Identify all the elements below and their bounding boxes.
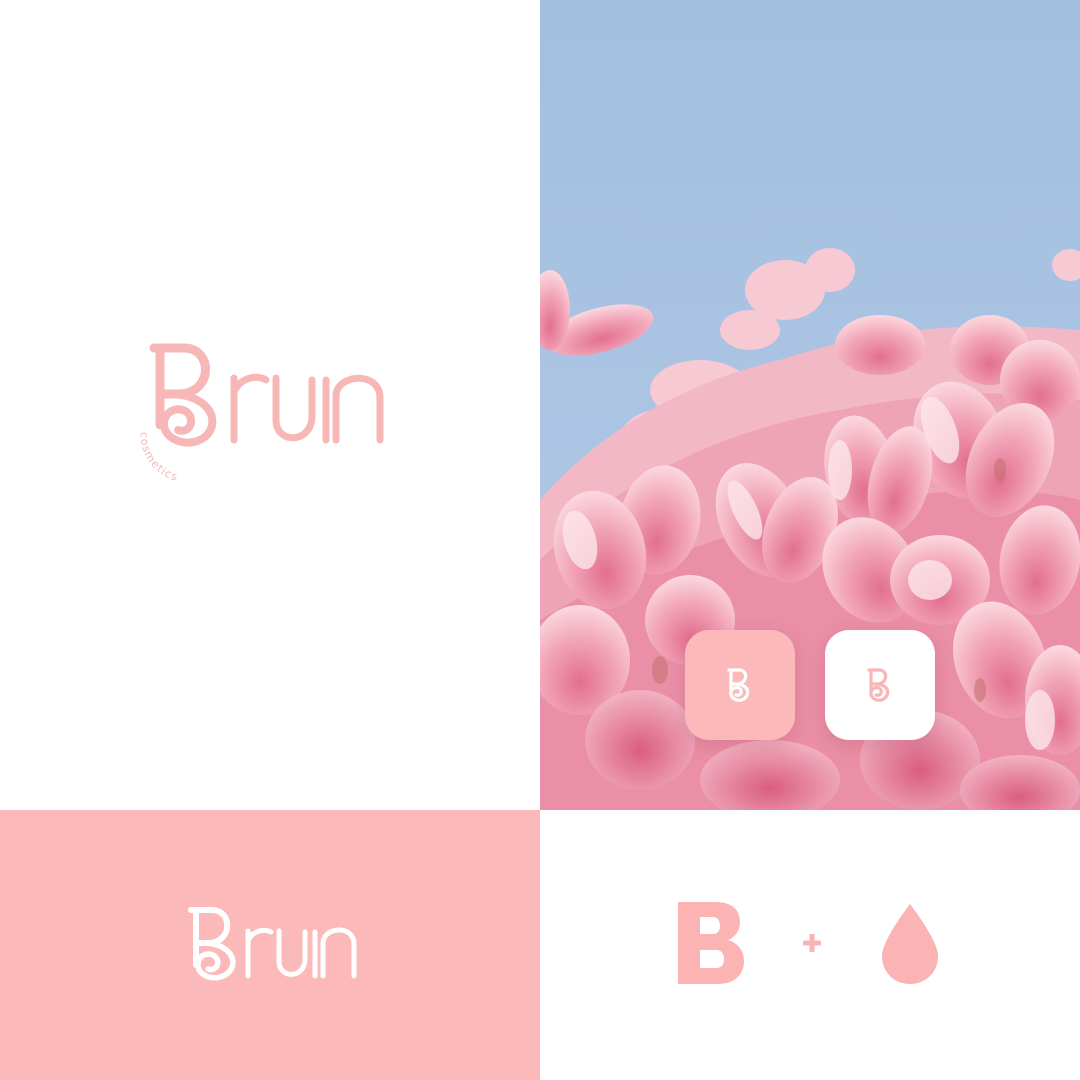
- app-icon-pink: [685, 630, 795, 740]
- logo-panel: cosmetics: [0, 0, 540, 810]
- brun-logo-white: [188, 907, 357, 981]
- brun-cosmetics-logo: cosmetics: [138, 343, 384, 484]
- logo-letter-r: [230, 373, 270, 444]
- magnolia-photo: [540, 0, 1080, 810]
- b-monogram-icon: [867, 668, 890, 702]
- logo-letter-b: [149, 343, 210, 430]
- banner-panel: [0, 810, 540, 1080]
- letter-b-icon: [678, 902, 744, 984]
- app-icon-white: [825, 630, 935, 740]
- logo-letter-n: [322, 374, 384, 444]
- logo-spiral: [160, 389, 217, 447]
- concept-panel: [540, 810, 1080, 1080]
- plus-icon: [803, 934, 821, 952]
- photo-panel: [540, 0, 1080, 810]
- logo-letter-u: [272, 374, 316, 442]
- water-drop-icon: [882, 904, 938, 984]
- b-monogram-icon: [727, 668, 750, 702]
